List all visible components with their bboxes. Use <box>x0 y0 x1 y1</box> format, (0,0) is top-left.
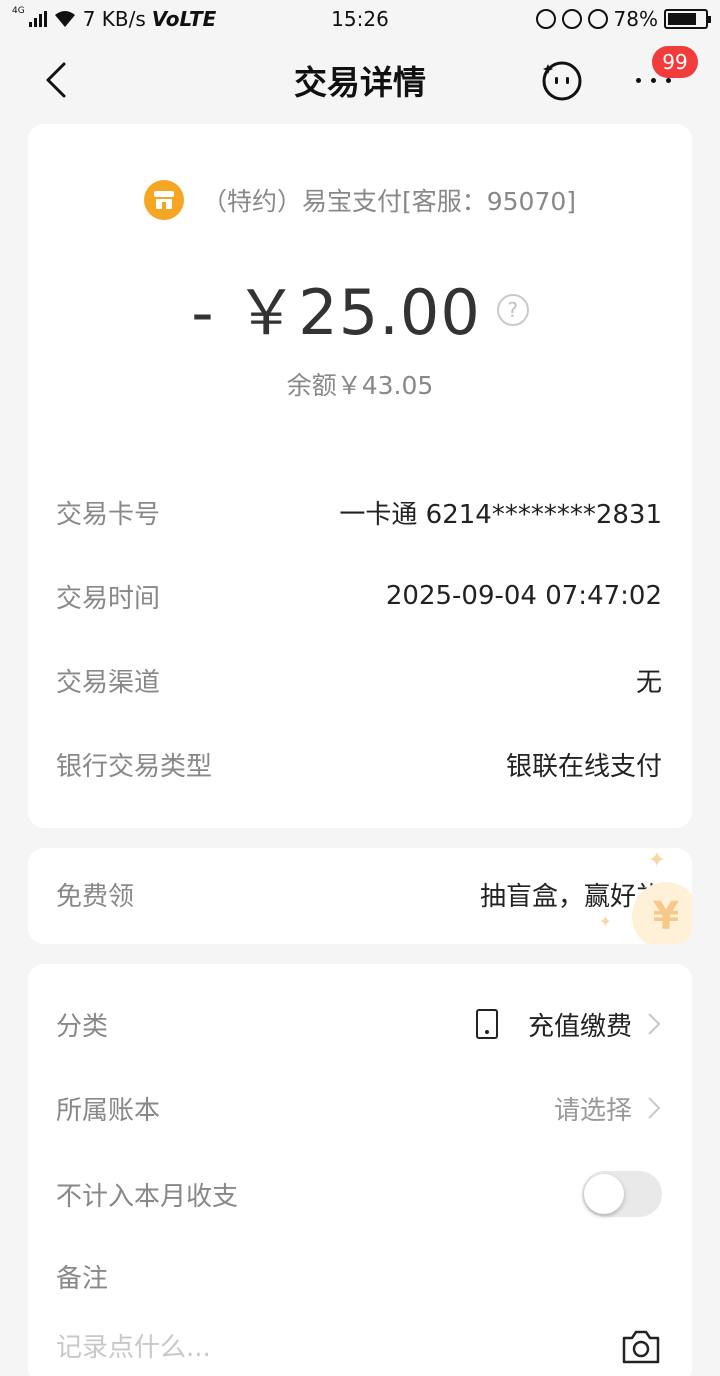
detail-label: 交易时间 <box>56 583 161 614</box>
notification-badge: 99 <box>652 46 698 78</box>
status-bar: 4G 7 KB/s VoLTE 15:26 78% <box>0 0 720 38</box>
account-book-value: 请选择 <box>553 1095 632 1126</box>
volte-indicator: VoLTE <box>151 7 217 31</box>
camera-icon[interactable] <box>620 1328 662 1366</box>
store-icon <box>143 180 184 220</box>
category-value: 充值缴费 <box>527 1011 632 1042</box>
account-book-row[interactable]: 所属账本 请选择 <box>56 1086 662 1130</box>
more-button[interactable]: 99 <box>628 46 698 102</box>
category-selector[interactable]: 充值缴费 <box>475 1006 662 1043</box>
more-icon <box>636 78 671 83</box>
amount-row: - ￥25.00 ? <box>28 262 692 352</box>
toggle-knob <box>584 1174 624 1214</box>
status-left: 4G 7 KB/s VoLTE <box>12 6 217 31</box>
promo-label: 免费领 <box>56 882 135 912</box>
phone-icon <box>475 1009 498 1039</box>
detail-label: 交易卡号 <box>56 499 161 530</box>
assistant-face-icon[interactable] <box>540 58 584 102</box>
nav-header: 交易详情 99 <box>0 38 720 122</box>
note-row: 备注 <box>56 1254 662 1298</box>
detail-value: 无 <box>635 667 662 698</box>
detail-label: 交易渠道 <box>56 667 161 698</box>
merchant-row: （特约）易宝支付[客服：95070] <box>28 180 692 220</box>
note-label: 备注 <box>56 1263 109 1294</box>
detail-row-time: 交易时间 2025-09-04 07:47:02 <box>56 576 662 616</box>
back-button[interactable] <box>40 60 74 100</box>
promo-card[interactable]: 免费领 抽盲盒，赢好礼 ✦ ✦ ¥ <box>28 848 692 944</box>
network-type: 4G <box>12 6 25 16</box>
category-row[interactable]: 分类 充值缴费 <box>56 1002 662 1046</box>
detail-row-channel: 交易渠道 无 <box>56 660 662 700</box>
signal-icon <box>28 11 47 27</box>
face-status-icon <box>535 9 556 29</box>
detail-row-type: 银行交易类型 银联在线支付 <box>56 744 662 784</box>
page-title: 交易详情 <box>294 63 426 102</box>
category-label: 分类 <box>56 1011 109 1042</box>
exclude-month-row: 不计入本月收支 <box>56 1171 662 1217</box>
battery-icon <box>664 9 711 29</box>
detail-row-card-number: 交易卡号 一卡通 6214********2831 <box>56 492 662 532</box>
help-icon[interactable]: ? <box>496 294 529 326</box>
wifi-icon <box>54 11 75 27</box>
note-input[interactable] <box>56 1328 596 1368</box>
account-book-selector[interactable]: 请选择 <box>554 1090 662 1127</box>
battery-percent: 78% <box>613 7 658 31</box>
alarm-icon <box>587 9 608 29</box>
sparkle-icon: ✦ <box>598 912 612 931</box>
coin-icon: ¥ <box>632 882 692 944</box>
merchant-name: （特约）易宝支付[客服：95070] <box>201 187 577 216</box>
transaction-amount: - ￥25.00 <box>191 276 481 349</box>
rotation-lock-icon <box>561 9 582 29</box>
balance-text: 余额￥43.05 <box>286 371 434 400</box>
detail-value: 2025-09-04 07:47:02 <box>385 581 662 611</box>
settings-card: 分类 充值缴费 所属账本 请选择 不计入本月收支 备注 <box>28 964 692 1376</box>
transaction-card: （特约）易宝支付[客服：95070] - ￥25.00 ? 余额￥43.05 交… <box>28 124 692 828</box>
network-speed: 7 KB/s <box>82 7 146 31</box>
chevron-right-icon <box>648 1013 661 1035</box>
exclude-month-toggle[interactable] <box>582 1171 662 1217</box>
sparkle-icon: ✦ <box>647 848 666 873</box>
detail-value: 一卡通 6214********2831 <box>339 499 662 530</box>
detail-label: 银行交易类型 <box>56 751 213 782</box>
status-right: 78% <box>535 7 711 31</box>
chevron-right-icon <box>648 1097 661 1119</box>
account-book-label: 所属账本 <box>56 1095 161 1126</box>
exclude-month-label: 不计入本月收支 <box>56 1181 239 1212</box>
detail-value: 银联在线支付 <box>505 751 662 782</box>
